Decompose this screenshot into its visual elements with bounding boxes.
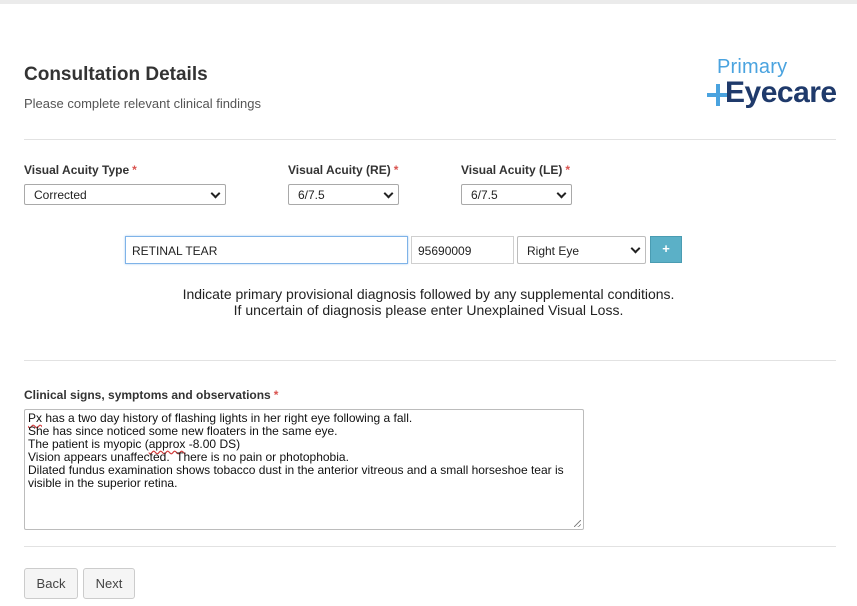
logo-text-eyecare: Eyecare	[725, 76, 837, 109]
diagnosis-code-input[interactable]: 95690009	[411, 236, 514, 264]
misspelled-word: Px	[28, 411, 43, 425]
visual-acuity-re-select[interactable]: 6/7.5	[288, 184, 399, 205]
text: has a two day history of flashing lights…	[42, 411, 413, 425]
label-text: Visual Acuity Type	[24, 163, 130, 177]
label-text: Visual Acuity (RE)	[288, 163, 391, 177]
label-text: Visual Acuity (LE)	[461, 163, 563, 177]
divider	[24, 139, 836, 140]
top-border	[0, 0, 857, 4]
visual-acuity-le-select[interactable]: 6/7.5	[461, 184, 572, 205]
page-title: Consultation Details	[24, 64, 208, 85]
page-subtitle: Please complete relevant clinical findin…	[24, 96, 262, 111]
divider	[24, 546, 836, 547]
text: -8.00 DS)	[185, 437, 241, 451]
visual-acuity-re-label: Visual Acuity (RE) *	[288, 163, 398, 177]
chevron-down-icon	[207, 185, 225, 204]
add-diagnosis-button[interactable]: +	[650, 236, 682, 263]
eye-select[interactable]: Right Eye	[517, 236, 646, 264]
required-marker: *	[273, 388, 279, 402]
notes-line: visible in the superior retina.	[28, 476, 178, 490]
select-value: 6/7.5	[471, 188, 498, 202]
text: The patient is myopic (	[28, 437, 149, 451]
chevron-down-icon	[380, 185, 398, 204]
visual-acuity-le-label: Visual Acuity (LE) *	[461, 163, 570, 177]
required-marker: *	[565, 163, 571, 177]
next-button[interactable]: Next	[83, 568, 135, 599]
clinical-notes-label: Clinical signs, symptoms and observation…	[24, 388, 278, 402]
misspelled-word: approx	[148, 437, 186, 451]
chevron-down-icon	[627, 237, 645, 263]
diagnosis-input[interactable]: RETINAL TEAR	[125, 236, 408, 264]
resize-handle-icon[interactable]	[574, 520, 581, 527]
diagnosis-help-line-2: If uncertain of diagnosis please enter U…	[233, 302, 624, 318]
back-button[interactable]: Back	[24, 568, 78, 599]
clinical-notes-textarea[interactable]: Px has a two day history of flashing lig…	[24, 409, 584, 530]
diagnosis-help-line-1: Indicate primary provisional diagnosis f…	[182, 286, 675, 302]
select-value: 6/7.5	[298, 188, 325, 202]
visual-acuity-type-label: Visual Acuity Type *	[24, 163, 137, 177]
divider	[24, 360, 836, 361]
label-text: Clinical signs, symptoms and observation…	[24, 388, 271, 402]
select-value: Right Eye	[527, 244, 580, 258]
primary-eyecare-logo: Primary Eyecare	[705, 56, 837, 114]
required-marker: *	[393, 163, 399, 177]
chevron-down-icon	[553, 185, 571, 204]
required-marker: *	[132, 163, 137, 177]
select-value: Corrected	[34, 188, 87, 202]
visual-acuity-type-select[interactable]: Corrected	[24, 184, 226, 205]
